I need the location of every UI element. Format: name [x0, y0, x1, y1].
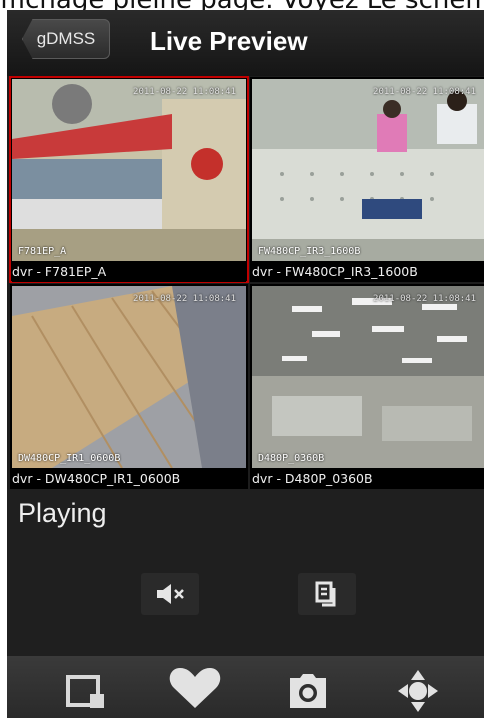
playback-status: Playing — [18, 498, 107, 528]
favorite-button[interactable] — [160, 656, 230, 718]
tile-caption: dvr - DW480CP_IR1_0600B — [12, 469, 246, 489]
camera-name-overlay: DW480CP_IR1_0600B — [18, 453, 121, 464]
mute-button[interactable] — [141, 573, 199, 615]
tile-caption: dvr - F781EP_A — [12, 262, 246, 282]
heart-icon — [169, 668, 221, 708]
layout-button[interactable] — [298, 573, 356, 615]
timestamp-overlay: 2011-08-22 11:08:41 — [373, 294, 476, 304]
timestamp-overlay: 2011-08-22 11:08:41 — [133, 294, 236, 304]
video-feed-2: 2011-08-22 11:08:41 FW480CP_IR3_1600B — [252, 79, 484, 261]
camera-icon — [290, 674, 326, 708]
back-button[interactable]: gDMSS — [22, 19, 110, 59]
camera-name-overlay: F781EP_A — [18, 246, 67, 257]
camera-name-overlay: D480P_0360B — [258, 453, 325, 464]
tile-caption: dvr - FW480CP_IR3_1600B — [252, 262, 484, 282]
camera-name-overlay: FW480CP_IR3_1600B — [258, 246, 361, 257]
page-title: Live Preview — [150, 26, 308, 56]
tile-caption: dvr - D480P_0360B — [252, 469, 484, 489]
ptz-button[interactable] — [384, 656, 454, 718]
ptz-icon — [398, 670, 438, 712]
timestamp-overlay: 2011-08-22 11:08:41 — [133, 87, 236, 97]
video-tile-3[interactable]: 2011-08-22 11:08:41 DW480CP_IR1_0600B dv… — [10, 284, 248, 489]
timestamp-overlay: 2011-08-22 11:08:41 — [373, 87, 476, 97]
video-tile-2[interactable]: 2011-08-22 11:08:41 FW480CP_IR3_1600B dv… — [250, 77, 484, 282]
video-feed-3: 2011-08-22 11:08:41 DW480CP_IR1_0600B — [12, 286, 246, 468]
speaker-muted-icon — [157, 584, 184, 604]
window-icon — [66, 675, 104, 708]
snapshot-button[interactable] — [272, 656, 342, 718]
video-tile-1[interactable]: 2011-08-22 11:08:41 F781EP_A dvr - F781E… — [9, 76, 249, 283]
video-tile-4[interactable]: 2011-08-22 11:08:41 D480P_0360B dvr - D4… — [250, 284, 484, 489]
video-feed-4: 2011-08-22 11:08:41 D480P_0360B — [252, 286, 484, 468]
video-feed-1: 2011-08-22 11:08:41 F781EP_A — [12, 79, 246, 261]
window-button[interactable] — [56, 656, 126, 718]
video-grid: 2011-08-22 11:08:41 F781EP_A dvr - F781E… — [9, 76, 484, 489]
screen-layout-icon — [315, 581, 336, 607]
